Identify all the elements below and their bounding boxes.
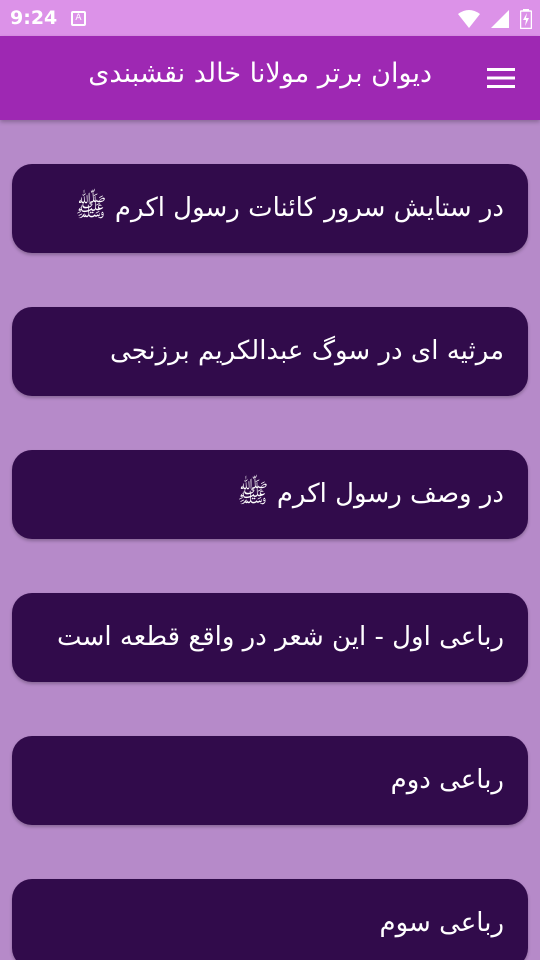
status-bar: 9:24 A	[0, 0, 540, 36]
app-title: دیوان برتر مولانا خالد نقشبندی	[88, 58, 432, 89]
wifi-icon	[457, 9, 480, 28]
list-item[interactable]: رباعی سوم	[12, 879, 528, 960]
list-item[interactable]: مرثیه ای در سوگ عبدالکریم برزنجی	[12, 307, 528, 396]
menu-button[interactable]	[484, 62, 518, 94]
list-item[interactable]: در ستایش سرور کائنات رسول اکرم ﷺ	[12, 164, 528, 253]
list-item[interactable]: در وصف رسول اکرم ﷺ	[12, 450, 528, 539]
notification-icon: A	[71, 11, 86, 26]
list-item-label: مرثیه ای در سوگ عبدالکریم برزنجی	[109, 336, 504, 366]
list-item-label: رباعی اول - این شعر در واقع قطعه است	[57, 622, 504, 652]
list-item[interactable]: رباعی دوم	[12, 736, 528, 825]
app-bar: دیوان برتر مولانا خالد نقشبندی	[0, 36, 540, 120]
list-item[interactable]: رباعی اول - این شعر در واقع قطعه است	[12, 593, 528, 682]
battery-charging-icon	[520, 8, 532, 29]
status-time: 9:24	[10, 7, 58, 29]
list-item-label: رباعی دوم	[390, 765, 504, 795]
list-item-label: در وصف رسول اکرم ﷺ	[237, 479, 504, 509]
list-item-label: رباعی سوم	[379, 908, 504, 938]
poem-list: در ستایش سرور کائنات رسول اکرم ﷺ مرثیه ا…	[0, 120, 540, 960]
status-icons	[452, 8, 532, 29]
list-item-label: در ستایش سرور کائنات رسول اکرم ﷺ	[75, 193, 504, 223]
cell-signal-icon	[490, 9, 509, 28]
hamburger-menu-icon	[487, 68, 515, 88]
